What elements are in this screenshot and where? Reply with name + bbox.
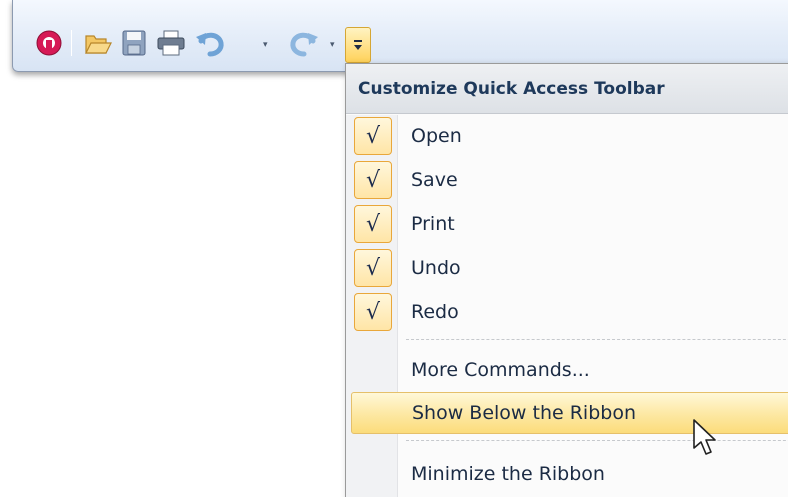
menu-separator: [406, 339, 788, 340]
customize-menu: Customize Quick Access Toolbar √ Open √ …: [345, 63, 788, 497]
menu-item-undo[interactable]: √ Undo: [346, 246, 788, 290]
checkmark-icon: √: [354, 117, 392, 155]
checkmark-icon: √: [354, 249, 392, 287]
undo-button[interactable]: [191, 28, 231, 58]
checkmark-icon: √: [354, 205, 392, 243]
menu-item-open[interactable]: √ Open: [346, 114, 788, 158]
menu-item-label: More Commands...: [411, 359, 590, 381]
menu-item-save[interactable]: √ Save: [346, 158, 788, 202]
menu-item-label: Redo: [411, 301, 459, 323]
menu-item-label: Show Below the Ribbon: [412, 402, 637, 424]
save-icon: [122, 30, 146, 56]
redo-button[interactable]: [283, 28, 323, 58]
print-icon: [157, 30, 185, 56]
menu-item-label: Save: [411, 169, 458, 191]
menu-item-show-below-ribbon[interactable]: Show Below the Ribbon: [351, 392, 788, 434]
menu-item-label: Undo: [411, 257, 461, 279]
app-logo-icon[interactable]: [33, 28, 65, 58]
menu-item-label: Print: [411, 213, 455, 235]
mouse-cursor-icon: [693, 419, 716, 455]
checkmark-icon: √: [354, 293, 392, 331]
chevron-down-icon: [354, 40, 362, 50]
menu-item-more-commands[interactable]: More Commands...: [346, 348, 788, 392]
redo-dropdown-arrow[interactable]: ▾: [330, 40, 335, 50]
undo-dropdown-arrow[interactable]: ▾: [263, 40, 268, 50]
menu-separator: [406, 440, 788, 441]
menu-item-minimize-ribbon[interactable]: Minimize the Ribbon: [346, 452, 788, 496]
menu-item-label: Open: [411, 125, 462, 147]
undo-icon: [196, 32, 224, 57]
open-icon: [85, 35, 112, 54]
menu-item-redo[interactable]: √ Redo: [346, 290, 788, 334]
menu-item-label: Minimize the Ribbon: [411, 463, 605, 485]
checkmark-icon: √: [354, 161, 392, 199]
screen: ▾ ▾ Customize Quick Access Toolbar √ Ope…: [0, 0, 788, 497]
menu-item-print[interactable]: √ Print: [346, 202, 788, 246]
customize-toolbar-button[interactable]: [345, 27, 371, 63]
quick-access-toolbar: ▾ ▾: [12, 0, 788, 72]
toolbar-separator: [71, 30, 72, 56]
redo-icon: [290, 32, 318, 57]
menu-title: Customize Quick Access Toolbar: [346, 64, 788, 114]
print-button[interactable]: [153, 28, 189, 58]
save-button[interactable]: [117, 28, 151, 58]
open-button[interactable]: [81, 28, 115, 58]
